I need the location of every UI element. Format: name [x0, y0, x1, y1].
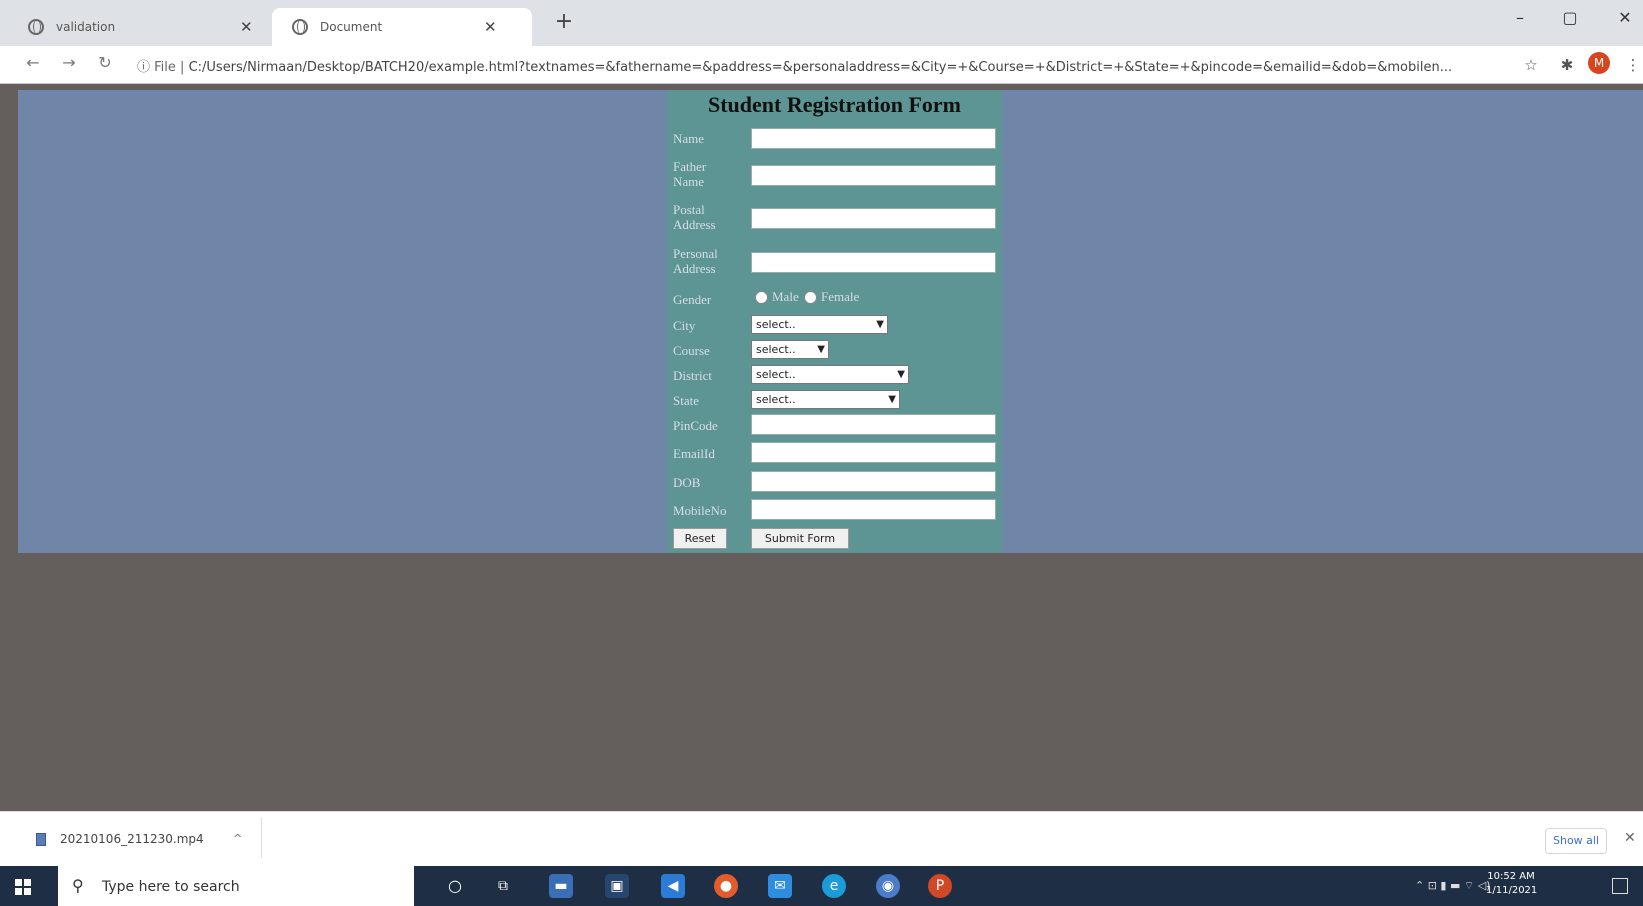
form-title: Student Registration Form [708, 92, 961, 117]
url-value: C:/Users/Nirmaan/Desktop/BATCH20/example… [188, 60, 1453, 75]
reset-button[interactable]: Reset [673, 528, 727, 549]
chevron-down-icon: ▼ [876, 319, 884, 330]
pincode-input[interactable] [751, 414, 996, 435]
bookmark-star-icon[interactable]: ☆ [1520, 54, 1542, 76]
minimize-button[interactable]: – [1505, 8, 1535, 27]
state-select[interactable]: select.. ▼ [751, 390, 900, 409]
divider [261, 818, 262, 858]
submit-button[interactable]: Submit Form [751, 528, 849, 549]
extensions-icon[interactable]: ✱ [1556, 54, 1578, 76]
profile-avatar[interactable]: M [1588, 52, 1610, 74]
label-gender: Gender [673, 292, 712, 307]
edge-icon[interactable]: e [822, 874, 846, 898]
notification-icon[interactable] [1612, 878, 1628, 894]
label-mobile: MobileNo [673, 503, 727, 518]
task-view-icon[interactable]: ⧉ [491, 874, 515, 898]
globe-icon [292, 19, 308, 35]
windows-start-icon[interactable] [15, 879, 31, 895]
mobile-input[interactable] [751, 499, 996, 520]
vscode-icon[interactable]: ◀ [661, 874, 685, 898]
clock-time: 10:52 AM [1487, 871, 1535, 882]
gender-female-radio[interactable] [804, 291, 817, 304]
close-tab-icon[interactable]: ✕ [240, 18, 253, 36]
chevron-down-icon: ▼ [888, 394, 896, 405]
postal-address-input[interactable] [751, 208, 996, 229]
forward-icon[interactable]: → [58, 52, 80, 74]
menu-icon[interactable]: ⋮ [1622, 54, 1643, 76]
father-name-input[interactable] [751, 165, 996, 186]
close-window-button[interactable]: ✕ [1610, 8, 1640, 27]
tab-document[interactable]: Document ✕ [272, 8, 532, 46]
download-bar [0, 811, 1643, 866]
label-dob: DOB [673, 475, 701, 490]
system-tray[interactable]: ⌃ ⊡ ▮ ▬ ⌔ ◁) [1415, 879, 1490, 893]
clock-date: 1/11/2021 [1486, 885, 1538, 896]
course-select-value: select.. [756, 343, 796, 356]
url-scheme: File [154, 60, 176, 75]
gender-male-label: Male [772, 289, 799, 304]
info-icon[interactable]: ⓘ [137, 60, 154, 75]
label-father-name: Father Name [673, 159, 707, 189]
chrome-icon[interactable]: ● [714, 874, 738, 898]
tab-title: Document [320, 20, 383, 34]
browser-icon[interactable]: ◉ [876, 874, 900, 898]
district-select[interactable]: select.. ▼ [751, 365, 909, 384]
close-tab-icon[interactable]: ✕ [484, 18, 497, 36]
chevron-down-icon: ▼ [897, 369, 905, 380]
city-select-value: select.. [756, 318, 796, 331]
video-file-icon [36, 833, 46, 846]
powerpoint-icon[interactable]: P [928, 874, 952, 898]
city-select[interactable]: select.. ▼ [751, 315, 888, 334]
chevron-up-icon[interactable]: ^ [233, 832, 242, 845]
label-personal-address: Personal Address [673, 246, 718, 276]
tab-title: validation [56, 20, 116, 34]
mail-icon[interactable]: ✉ [768, 874, 792, 898]
file-explorer-icon[interactable]: ▬ [549, 874, 573, 898]
gender-female-label: Female [821, 289, 860, 304]
label-name: Name [673, 131, 705, 146]
label-postal-address: Postal Address [673, 202, 716, 232]
label-city: City [673, 318, 696, 333]
close-download-bar-icon[interactable]: ✕ [1624, 830, 1636, 846]
taskbar-search-placeholder: Type here to search [102, 879, 240, 895]
globe-icon [28, 19, 44, 35]
gender-male-radio[interactable] [755, 291, 768, 304]
clock[interactable]: 10:52 AM 1/11/2021 [1486, 870, 1538, 898]
course-select[interactable]: select.. ▼ [751, 340, 829, 359]
back-icon[interactable]: ← [22, 52, 44, 74]
dob-input[interactable] [751, 471, 996, 492]
district-select-value: select.. [756, 368, 796, 381]
tab-validation[interactable]: validation ✕ [14, 8, 282, 46]
label-state: State [673, 393, 699, 408]
search-icon: ⚲ [72, 876, 84, 895]
url-separator: | [175, 60, 189, 75]
download-item[interactable]: 20210106_211230.mp4 [60, 832, 204, 846]
label-email: EmailId [673, 446, 715, 461]
label-district: District [673, 368, 712, 383]
email-input[interactable] [751, 442, 996, 463]
restore-button[interactable]: ▢ [1555, 8, 1585, 27]
state-select-value: select.. [756, 393, 796, 406]
url-field[interactable]: ⓘ File | C:/Users/Nirmaan/Desktop/BATCH2… [137, 56, 1507, 75]
chevron-down-icon: ▼ [817, 344, 825, 355]
name-input[interactable] [751, 128, 996, 149]
new-tab-button[interactable]: + [552, 10, 576, 34]
cortana-icon[interactable]: ○ [443, 874, 467, 898]
personal-address-input[interactable] [751, 252, 996, 273]
reload-icon[interactable]: ↻ [94, 52, 116, 74]
label-pincode: PinCode [673, 418, 718, 433]
store-icon[interactable]: ▣ [605, 874, 629, 898]
show-all-button[interactable]: Show all [1545, 828, 1607, 854]
label-course: Course [673, 343, 710, 358]
